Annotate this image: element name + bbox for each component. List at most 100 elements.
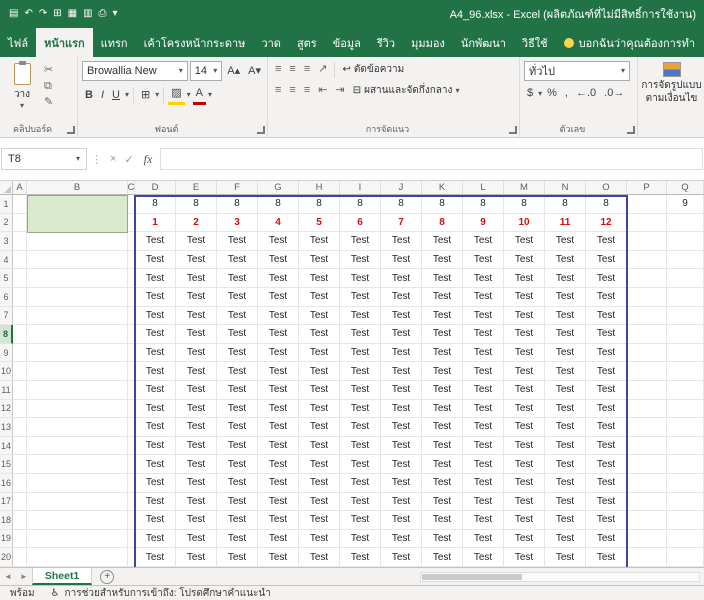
cell-A1[interactable] xyxy=(13,195,27,214)
number-dialog-launcher[interactable] xyxy=(627,126,635,134)
cell-I11[interactable]: Test xyxy=(340,381,381,400)
currency-format-button[interactable]: $ xyxy=(524,85,536,102)
column-header-G[interactable]: G xyxy=(258,181,299,195)
cell-F5[interactable]: Test xyxy=(217,269,258,288)
cell-C12[interactable] xyxy=(128,400,135,419)
cell-Q17[interactable] xyxy=(667,493,704,512)
cell-E20[interactable]: Test xyxy=(176,548,217,567)
cell-M17[interactable]: Test xyxy=(504,493,545,512)
cell-H10[interactable]: Test xyxy=(299,362,340,381)
cell-G12[interactable]: Test xyxy=(258,400,299,419)
cell-C4[interactable] xyxy=(128,251,135,270)
cell-P15[interactable] xyxy=(627,455,667,474)
cell-D13[interactable]: Test xyxy=(135,418,176,437)
cell-N5[interactable]: Test xyxy=(545,269,586,288)
column-header-L[interactable]: L xyxy=(463,181,504,195)
cell-I8[interactable]: Test xyxy=(340,325,381,344)
cell-L11[interactable]: Test xyxy=(463,381,504,400)
cell-E4[interactable]: Test xyxy=(176,251,217,270)
cell-P18[interactable] xyxy=(627,511,667,530)
cell-B5[interactable] xyxy=(27,269,128,288)
cell-K3[interactable]: Test xyxy=(422,232,463,251)
row-header-2[interactable]: 2 xyxy=(0,214,13,233)
percent-format-button[interactable]: % xyxy=(544,85,560,102)
column-header-N[interactable]: N xyxy=(545,181,586,195)
cell-G3[interactable]: Test xyxy=(258,232,299,251)
cell-M16[interactable]: Test xyxy=(504,474,545,493)
cell-K15[interactable]: Test xyxy=(422,455,463,474)
cell-H14[interactable]: Test xyxy=(299,437,340,456)
cell-L17[interactable]: Test xyxy=(463,493,504,512)
cell-A12[interactable] xyxy=(13,400,27,419)
cell-N15[interactable]: Test xyxy=(545,455,586,474)
cell-L6[interactable]: Test xyxy=(463,288,504,307)
align-center-icon[interactable]: ≡ xyxy=(286,82,298,99)
select-all-corner[interactable] xyxy=(0,181,13,195)
cell-K19[interactable]: Test xyxy=(422,530,463,549)
cell-K12[interactable]: Test xyxy=(422,400,463,419)
cell-L9[interactable]: Test xyxy=(463,344,504,363)
cell-N1[interactable]: 8 xyxy=(545,195,586,214)
column-header-K[interactable]: K xyxy=(422,181,463,195)
cell-G1[interactable]: 8 xyxy=(258,195,299,214)
cell-N12[interactable]: Test xyxy=(545,400,586,419)
cell-A8[interactable] xyxy=(13,325,27,344)
cell-C8[interactable] xyxy=(128,325,135,344)
cell-E14[interactable]: Test xyxy=(176,437,217,456)
cell-Q2[interactable] xyxy=(667,214,704,233)
tell-me-box[interactable]: บอกฉันว่าคุณต้องการทำ xyxy=(558,28,701,57)
cell-H9[interactable]: Test xyxy=(299,344,340,363)
cell-Q5[interactable] xyxy=(667,269,704,288)
shrink-font-button[interactable]: A▾ xyxy=(245,63,264,80)
cell-P5[interactable] xyxy=(627,269,667,288)
cell-O1[interactable]: 8 xyxy=(586,195,627,214)
cell-H5[interactable]: Test xyxy=(299,269,340,288)
cancel-button[interactable]: × xyxy=(106,153,120,165)
cell-A9[interactable] xyxy=(13,344,27,363)
cell-M3[interactable]: Test xyxy=(504,232,545,251)
cell-E11[interactable]: Test xyxy=(176,381,217,400)
dropdown-icon[interactable]: ▾ xyxy=(110,0,121,28)
cell-H17[interactable]: Test xyxy=(299,493,340,512)
redo-icon[interactable]: ↷ xyxy=(36,0,50,28)
cell-B9[interactable] xyxy=(27,344,128,363)
cell-A11[interactable] xyxy=(13,381,27,400)
cell-J16[interactable]: Test xyxy=(381,474,422,493)
cell-F7[interactable]: Test xyxy=(217,307,258,326)
cell-C3[interactable] xyxy=(128,232,135,251)
cell-Q19[interactable] xyxy=(667,530,704,549)
cell-D2[interactable]: 1 xyxy=(135,214,176,233)
cell-I4[interactable]: Test xyxy=(340,251,381,270)
cell-K2[interactable]: 8 xyxy=(422,214,463,233)
cell-K16[interactable]: Test xyxy=(422,474,463,493)
cell-F2[interactable]: 3 xyxy=(217,214,258,233)
cell-G2[interactable]: 4 xyxy=(258,214,299,233)
cell-O12[interactable]: Test xyxy=(586,400,627,419)
cell-B17[interactable] xyxy=(27,493,128,512)
cell-H15[interactable]: Test xyxy=(299,455,340,474)
tab-page-layout[interactable]: เค้าโครงหน้ากระดาษ xyxy=(136,28,254,57)
row-header-16[interactable]: 16 xyxy=(0,474,13,493)
cell-K7[interactable]: Test xyxy=(422,307,463,326)
column-header-E[interactable]: E xyxy=(176,181,217,195)
cell-N13[interactable]: Test xyxy=(545,418,586,437)
undo-icon[interactable]: ↶ xyxy=(21,0,35,28)
cell-J6[interactable]: Test xyxy=(381,288,422,307)
cell-N9[interactable]: Test xyxy=(545,344,586,363)
cell-E1[interactable]: 8 xyxy=(176,195,217,214)
cell-E8[interactable]: Test xyxy=(176,325,217,344)
cell-O17[interactable]: Test xyxy=(586,493,627,512)
cell-D9[interactable]: Test xyxy=(135,344,176,363)
align-middle-icon[interactable]: ≡ xyxy=(286,61,298,78)
column-header-C[interactable]: C xyxy=(128,181,135,195)
cell-Q9[interactable] xyxy=(667,344,704,363)
cell-B10[interactable] xyxy=(27,362,128,381)
row-header-11[interactable]: 11 xyxy=(0,381,13,400)
tab-data[interactable]: ข้อมูล xyxy=(325,28,369,57)
cell-H16[interactable]: Test xyxy=(299,474,340,493)
cell-M5[interactable]: Test xyxy=(504,269,545,288)
cell-L13[interactable]: Test xyxy=(463,418,504,437)
cell-Q13[interactable] xyxy=(667,418,704,437)
tab-draw[interactable]: วาด xyxy=(253,28,289,57)
cell-L20[interactable]: Test xyxy=(463,548,504,567)
